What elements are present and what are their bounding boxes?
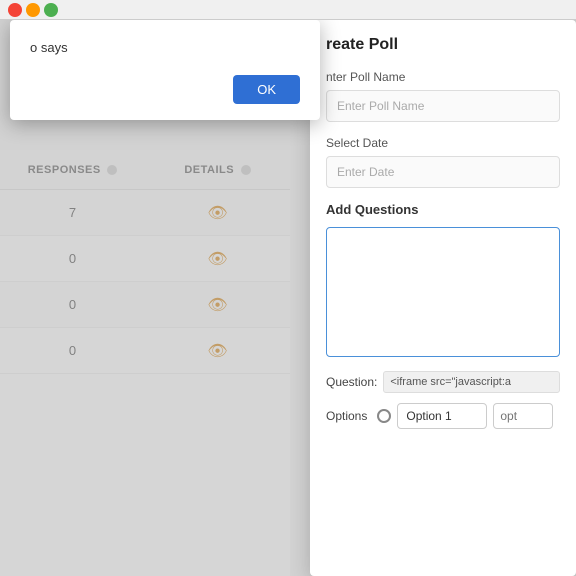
- poll-name-label: nter Poll Name: [326, 70, 560, 84]
- panel-title: reate Poll: [326, 36, 560, 54]
- question-box[interactable]: [326, 227, 560, 357]
- poll-name-input[interactable]: [326, 90, 560, 122]
- alert-dialog-buttons: OK: [30, 75, 300, 104]
- browser-min-icon: [26, 3, 40, 17]
- ok-button[interactable]: OK: [233, 75, 300, 104]
- alert-dialog: o says OK: [10, 20, 320, 120]
- options-row: Options: [326, 403, 560, 429]
- date-label: Select Date: [326, 136, 560, 150]
- question-label: Question:: [326, 375, 377, 389]
- date-input[interactable]: [326, 156, 560, 188]
- browser-bar: [0, 0, 576, 20]
- options-label: Options: [326, 409, 367, 423]
- option1-input[interactable]: [397, 403, 487, 429]
- alert-dialog-text: o says: [30, 40, 300, 55]
- question-row: Question: <iframe src="javascript:a: [326, 371, 560, 393]
- browser-max-icon: [44, 3, 58, 17]
- browser-close-icon: [8, 3, 22, 17]
- create-poll-panel: reate Poll nter Poll Name Select Date Ad…: [310, 20, 576, 576]
- option2-input[interactable]: [493, 403, 553, 429]
- question-value: <iframe src="javascript:a: [383, 371, 560, 393]
- option1-radio[interactable]: [377, 409, 391, 423]
- add-questions-label: Add Questions: [326, 202, 560, 217]
